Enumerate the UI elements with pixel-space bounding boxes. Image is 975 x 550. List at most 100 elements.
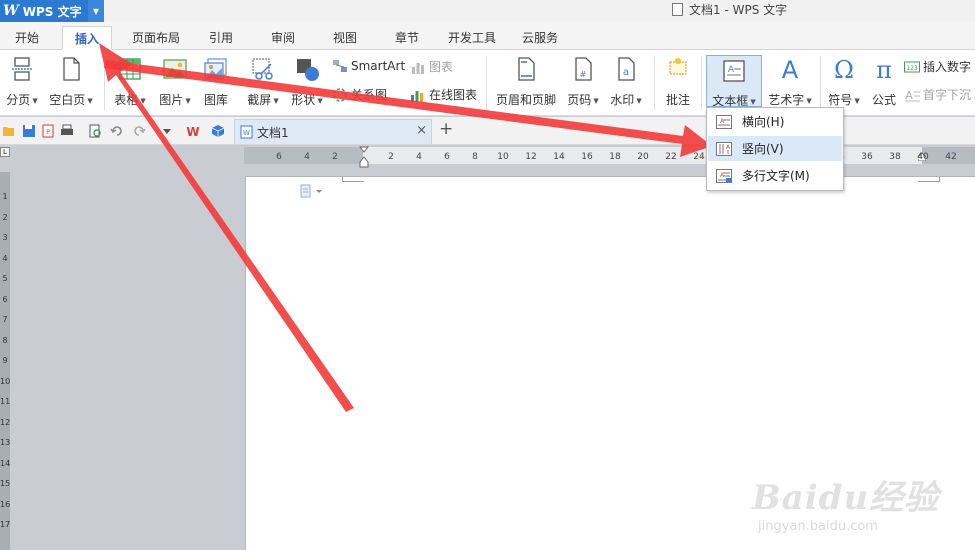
svg-text:A: A: [728, 65, 735, 75]
watermark-button[interactable]: a 水印 ▼: [606, 56, 646, 108]
tab-view[interactable]: 视图: [324, 26, 366, 50]
app-menu-button[interactable]: W WPS 文字 ▼: [0, 0, 104, 22]
omega-symbol-icon: Ω: [834, 56, 854, 84]
ruler-tick-label: 2: [388, 152, 394, 162]
margin-corner-marker: [918, 177, 940, 182]
tab-developer[interactable]: 开发工具: [442, 26, 502, 50]
document-tab[interactable]: W 文档1 ×: [234, 119, 432, 144]
blank-page-button[interactable]: 空白页 ▼: [46, 56, 96, 108]
ruler-tick-label: 2: [332, 152, 338, 162]
ruler-tick-label: 6: [444, 152, 450, 162]
ruler-tick-label: 1: [2, 192, 8, 201]
export-pdf-icon[interactable]: P: [41, 124, 55, 138]
gallery-button[interactable]: 图库: [198, 56, 234, 108]
page-break-icon: [12, 57, 32, 81]
drop-cap-button[interactable]: A 首字下沉: [904, 86, 971, 103]
insert-number-button[interactable]: 123 插入数字: [904, 58, 971, 75]
redo-icon[interactable]: [132, 124, 146, 138]
chart-button[interactable]: 图表: [410, 58, 453, 75]
svg-text:π: π: [876, 56, 892, 82]
comment-icon: [669, 58, 687, 75]
save-icon[interactable]: [22, 124, 36, 138]
table-button[interactable]: 表格 ▼: [110, 56, 150, 108]
wps-logo-icon: W: [3, 3, 19, 19]
new-tab-button[interactable]: +: [439, 119, 453, 139]
ruler-tick-label: 42: [945, 152, 957, 162]
watermark-brand: Baidu经验: [752, 478, 940, 518]
textbox-button[interactable]: A 文本框 ▼: [706, 55, 762, 108]
ruler-tick-label: 15: [0, 479, 11, 488]
ruler-tick-label: 5: [2, 274, 8, 283]
ribbon-separator: [104, 56, 105, 110]
ruler-tick-label: 9: [2, 356, 8, 365]
print-icon[interactable]: [60, 124, 74, 138]
tab-page-layout[interactable]: 页面布局: [126, 26, 186, 50]
ruler-tick-label: 10: [0, 376, 11, 386]
page-number-icon: #: [575, 57, 592, 81]
relation-chart-button[interactable]: 关系图: [332, 86, 387, 103]
online-chart-button[interactable]: 在线图表: [410, 86, 477, 103]
screenshot-button[interactable]: 截屏 ▼: [243, 56, 283, 108]
textbox-horizontal-option[interactable]: A 横向(H): [708, 109, 842, 134]
ruler-tick-label: 17: [0, 520, 11, 529]
cube-icon[interactable]: [211, 124, 225, 138]
page-number-button[interactable]: # 页码 ▼: [563, 56, 603, 108]
formula-button[interactable]: π 公式: [866, 56, 902, 108]
wordart-icon: A: [782, 56, 799, 84]
picture-icon: [163, 59, 187, 79]
ruler-tick-label: 12: [525, 152, 537, 162]
close-tab-icon[interactable]: ×: [416, 123, 427, 138]
horizontal-textbox-icon: A: [716, 114, 732, 129]
watermark-icon: a: [618, 57, 635, 81]
tab-chapter[interactable]: 章节: [386, 26, 428, 50]
ruler-tick-label: 3: [2, 233, 8, 242]
word-document-icon: W: [240, 125, 253, 139]
ribbon-separator: [701, 56, 702, 110]
picture-button[interactable]: 图片 ▼: [155, 56, 195, 108]
svg-text:#: #: [580, 70, 587, 79]
relation-chart-icon: [333, 87, 347, 102]
ribbon-separator: [820, 56, 821, 110]
page-break-button[interactable]: 分页 ▼: [2, 56, 42, 108]
paste-options-icon[interactable]: [299, 184, 325, 198]
window-title: 文档1 - WPS 文字: [672, 0, 787, 22]
svg-text:A: A: [782, 56, 799, 82]
tab-review[interactable]: 审阅: [262, 26, 304, 50]
wps-cloud-logo-icon[interactable]: W: [184, 124, 202, 138]
indent-marker-icon[interactable]: [359, 146, 369, 168]
ruler-tick-label: 14: [553, 152, 565, 162]
shape-button[interactable]: 形状 ▼: [287, 56, 327, 108]
shape-icon: [297, 59, 319, 81]
textbox-vertical-option[interactable]: A 竖向(V): [708, 136, 842, 161]
tab-cloud[interactable]: 云服务: [514, 26, 566, 50]
vertical-textbox-icon: A: [716, 141, 732, 156]
tab-home[interactable]: 开始: [6, 26, 48, 50]
ruler-tick-label: 2: [2, 212, 8, 222]
header-footer-button[interactable]: 页眉和页脚: [493, 56, 559, 108]
ruler-tick-label: 16: [0, 499, 11, 509]
app-menu-dropdown-icon[interactable]: ▼: [88, 0, 104, 22]
textbox-dropdown-menu: A 横向(H) A 竖向(V) A 多行文字(M): [706, 107, 844, 191]
document-tab-label: 文档1: [257, 126, 289, 140]
app-menu-label: WPS 文字: [22, 4, 82, 19]
smartart-button[interactable]: SmartArt: [332, 58, 405, 74]
ruler-tick-label: 4: [416, 152, 422, 162]
ruler-corner-tab-selector[interactable]: L: [0, 147, 10, 157]
svg-text:a: a: [623, 67, 629, 78]
tab-insert[interactable]: 插入: [62, 26, 112, 50]
open-folder-icon[interactable]: [2, 124, 16, 138]
print-preview-icon[interactable]: [88, 124, 102, 138]
symbol-button[interactable]: Ω 符号 ▼: [824, 56, 864, 108]
tab-references[interactable]: 引用: [200, 26, 242, 50]
textbox-multiline-option[interactable]: A 多行文字(M): [708, 163, 842, 188]
wordart-button[interactable]: A 艺术字 ▼: [765, 56, 815, 108]
textbox-icon: A: [723, 60, 745, 82]
comment-button[interactable]: 批注: [660, 56, 696, 108]
title-bar: W WPS 文字 ▼ 文档1 - WPS 文字: [0, 0, 975, 22]
ruler-tick-label: 36: [861, 152, 873, 162]
document-icon: [672, 3, 683, 16]
table-icon: [119, 58, 141, 80]
qat-dropdown-icon[interactable]: [160, 124, 174, 138]
svg-text:Ω: Ω: [834, 56, 854, 82]
undo-icon[interactable]: [110, 124, 124, 138]
